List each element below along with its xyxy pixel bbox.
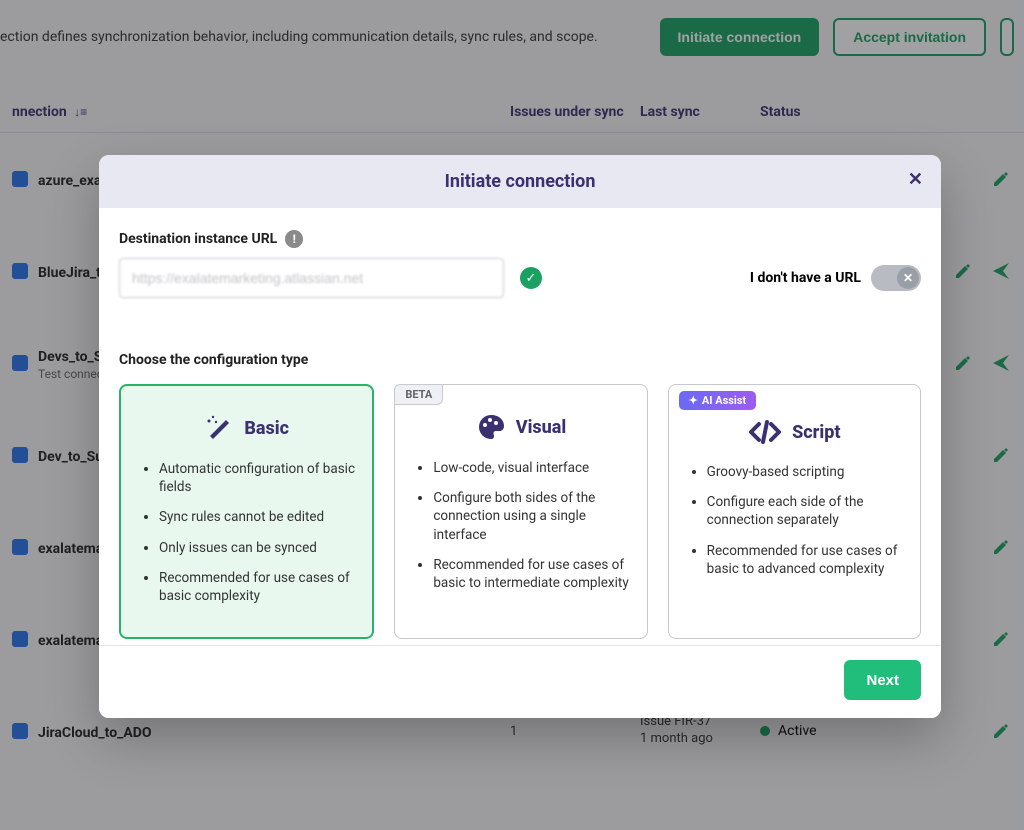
config-card-visual[interactable]: BETA Visual Low-code, visual interface C…	[394, 384, 647, 639]
toggle-knob-icon: ✕	[897, 267, 919, 289]
config-card-visual-bullets: Low-code, visual interface Configure bot…	[411, 459, 630, 592]
wand-icon	[204, 414, 234, 442]
config-type-label: Choose the configuration type	[119, 352, 921, 368]
beta-badge: BETA	[394, 384, 443, 405]
ai-assist-badge-label: AI Assist	[702, 394, 746, 407]
list-item: Groovy-based scripting	[707, 463, 904, 481]
info-icon[interactable]: !	[285, 230, 303, 248]
code-icon	[748, 419, 782, 445]
list-item: Configure both sides of the connection u…	[433, 489, 630, 544]
config-card-script-bullets: Groovy-based scripting Configure each si…	[685, 463, 904, 578]
list-item: Recommended for use cases of basic to ad…	[707, 542, 904, 578]
no-url-toggle[interactable]: ✕	[871, 265, 921, 291]
list-item: Only issues can be synced	[159, 539, 356, 557]
list-item: Configure each side of the connection se…	[707, 493, 904, 529]
config-card-script[interactable]: ✦ AI Assist Script Groovy-based scriptin…	[668, 384, 921, 639]
no-url-label: I don't have a URL	[750, 270, 861, 286]
no-url-section: I don't have a URL ✕	[750, 265, 921, 291]
modal-close-button[interactable]: ✕	[908, 169, 923, 190]
config-card-basic[interactable]: Basic Automatic configuration of basic f…	[119, 384, 374, 639]
modal-body: Destination instance URL ! ✓ I don't hav…	[99, 208, 941, 645]
palette-icon	[476, 413, 506, 441]
list-item: Recommended for use cases of basic compl…	[159, 569, 356, 605]
config-card-basic-bullets: Automatic configuration of basic fields …	[137, 460, 356, 605]
ai-assist-badge: ✦ AI Assist	[679, 391, 757, 410]
url-valid-check-icon: ✓	[520, 267, 542, 289]
modal-header: Initiate connection ✕	[99, 155, 941, 208]
destination-url-input[interactable]	[119, 258, 504, 298]
list-item: Recommended for use cases of basic to in…	[433, 556, 630, 592]
destination-url-row: ✓ I don't have a URL ✕	[119, 258, 921, 298]
list-item: Sync rules cannot be edited	[159, 508, 356, 526]
config-type-cards: Basic Automatic configuration of basic f…	[119, 384, 921, 639]
next-button[interactable]: Next	[844, 660, 921, 700]
list-item: Low-code, visual interface	[433, 459, 630, 477]
list-item: Automatic configuration of basic fields	[159, 460, 356, 496]
config-card-visual-title: Visual	[516, 417, 567, 438]
modal-footer: Next	[99, 645, 941, 718]
config-card-basic-title: Basic	[244, 418, 289, 439]
modal-title: Initiate connection	[445, 171, 596, 192]
destination-url-label-text: Destination instance URL	[119, 231, 277, 247]
initiate-connection-modal: Initiate connection ✕ Destination instan…	[99, 155, 941, 718]
config-card-script-title: Script	[792, 422, 840, 443]
sparkle-icon: ✦	[689, 394, 698, 407]
destination-url-label: Destination instance URL !	[119, 230, 921, 248]
